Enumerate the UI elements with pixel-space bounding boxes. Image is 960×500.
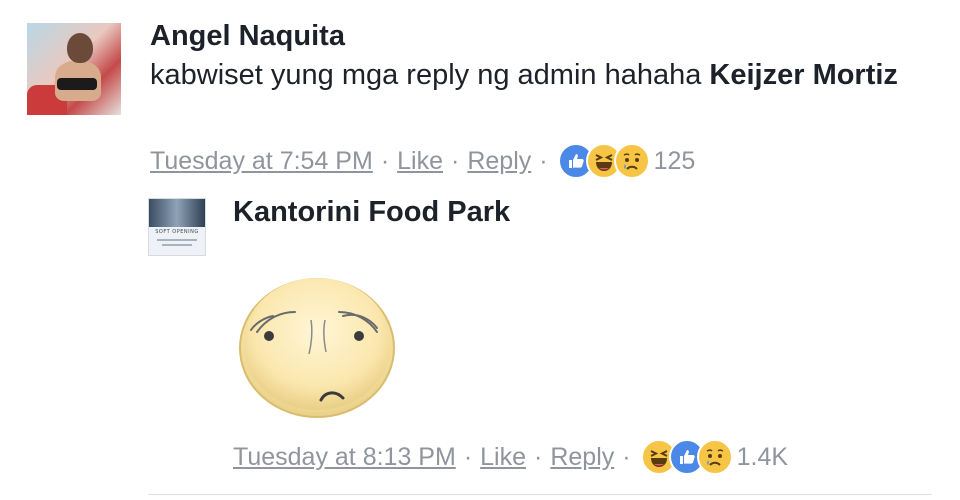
separator-dot: · [622, 442, 631, 471]
sad-icon [613, 143, 650, 179]
timestamp-link[interactable]: Tuesday at 7:54 PM [150, 147, 373, 176]
sad-icon [696, 439, 733, 475]
comment-text: kabwiset yung mga reply ng admin hahaha … [150, 57, 940, 93]
like-link[interactable]: Like [480, 443, 526, 472]
reply-link[interactable]: Reply [550, 443, 614, 472]
reaction-count[interactable]: 1.4K [737, 443, 788, 472]
reaction-count[interactable]: 125 [654, 147, 696, 176]
comment-meta: Tuesday at 7:54 PM · Like · Reply · 125 [150, 143, 695, 179]
reply-author-link[interactable]: Kantorini Food Park [233, 196, 510, 229]
separator-dot: · [463, 442, 473, 471]
like-link[interactable]: Like [397, 147, 443, 176]
reactions-summary[interactable] [640, 439, 733, 475]
timestamp-link[interactable]: Tuesday at 8:13 PM [233, 443, 456, 472]
avatar-photo-detail [149, 199, 205, 227]
avatar-caption: SOFT OPENING [155, 229, 199, 235]
mention-link[interactable]: Keijzer Mortiz [709, 59, 898, 91]
avatar-photo-detail [157, 239, 197, 241]
comment-body: kabwiset yung mga reply ng admin hahaha [150, 59, 710, 91]
separator-dot: · [534, 442, 543, 471]
worried-face-sticker[interactable] [237, 272, 397, 418]
page-avatar[interactable]: SOFT OPENING [148, 198, 206, 256]
reply-meta: Tuesday at 8:13 PM · Like · Reply · 1.4K [233, 439, 788, 475]
divider [148, 494, 932, 495]
reply-link[interactable]: Reply [467, 147, 531, 176]
avatar-photo-detail [67, 33, 93, 63]
comment-author-link[interactable]: Angel Naquita [150, 20, 345, 53]
avatar-photo-detail [57, 78, 97, 90]
separator-dot: · [451, 146, 460, 175]
separator-dot: · [539, 146, 548, 175]
separator-dot: · [380, 146, 390, 175]
reactions-summary[interactable] [557, 143, 650, 179]
avatar[interactable] [27, 23, 121, 115]
avatar-photo-detail [162, 244, 192, 246]
